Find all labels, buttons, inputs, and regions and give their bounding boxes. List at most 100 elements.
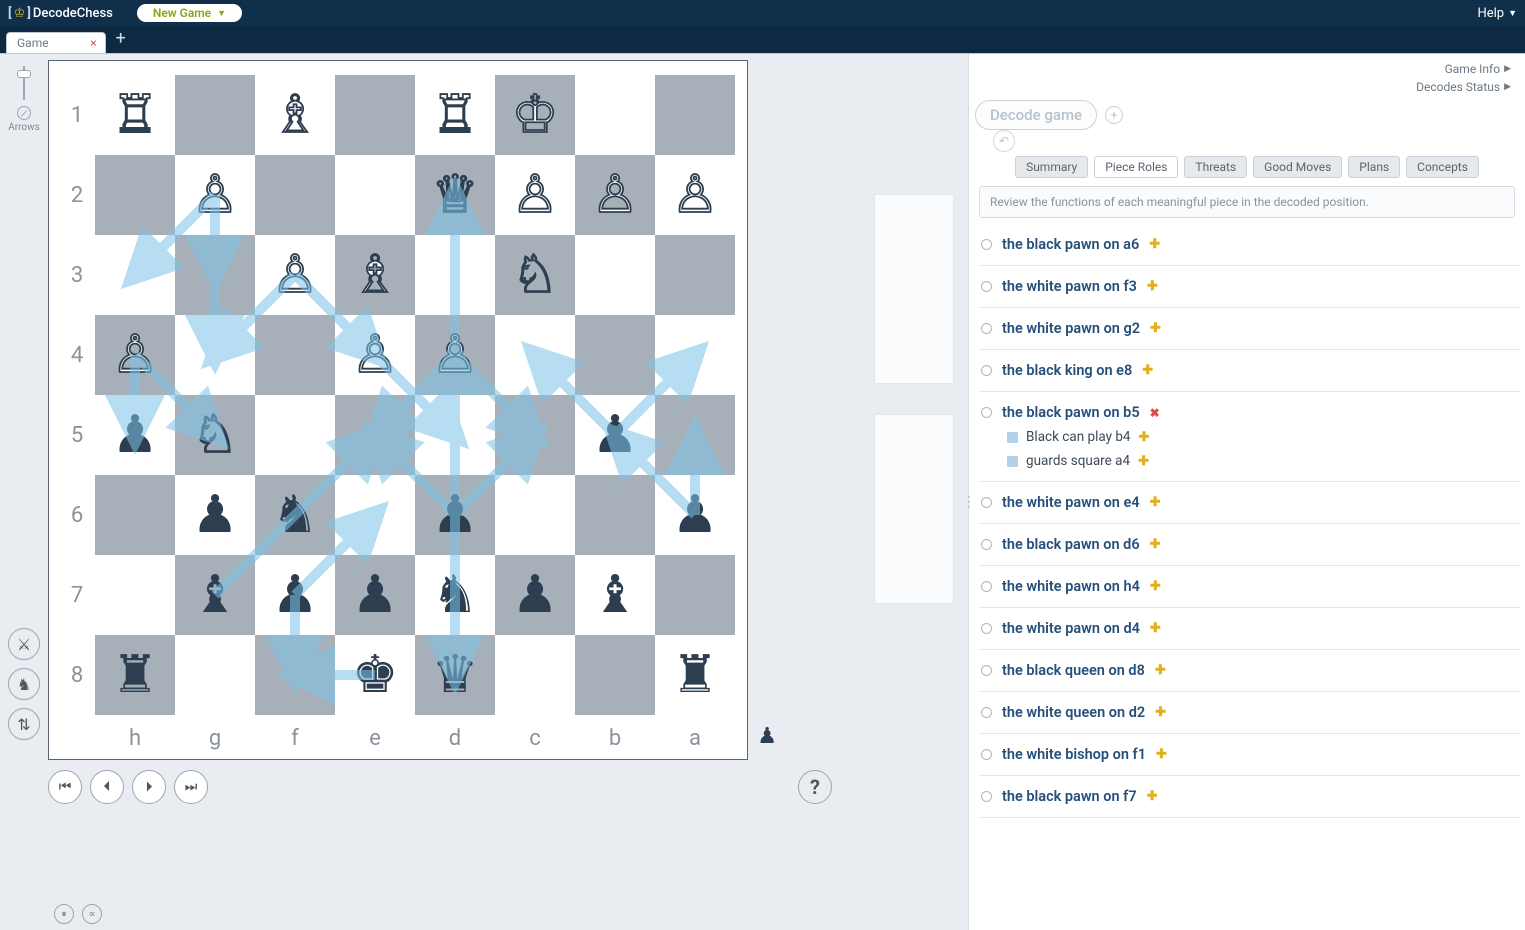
role-head[interactable]: the black pawn on b5✖: [981, 404, 1517, 421]
analysis-tab-piece-roles[interactable]: Piece Roles: [1094, 156, 1178, 178]
tab-game[interactable]: Game ×: [6, 32, 106, 53]
square-h6[interactable]: [95, 475, 175, 555]
piece-d7[interactable]: ♞: [415, 555, 495, 635]
square-b4[interactable]: [575, 315, 655, 395]
radio-icon[interactable]: [981, 407, 992, 418]
piece-h1[interactable]: ♖: [95, 75, 175, 155]
role-head[interactable]: the black pawn on a6✚: [981, 236, 1517, 253]
square-c5[interactable]: [495, 395, 575, 475]
radio-icon[interactable]: [981, 623, 992, 634]
piece-f1[interactable]: ♗: [255, 75, 335, 155]
radio-icon[interactable]: [981, 791, 992, 802]
role-item[interactable]: the white pawn on e4✚: [979, 482, 1521, 524]
role-item[interactable]: the white queen on d2✚: [979, 692, 1521, 734]
square-a5[interactable]: [655, 395, 735, 475]
square-f8[interactable]: [255, 635, 335, 715]
role-head[interactable]: the black pawn on f7✚: [981, 788, 1517, 805]
plus-icon[interactable]: ✚: [1156, 747, 1167, 762]
slider-knob-icon[interactable]: [17, 70, 31, 78]
square-b6[interactable]: [575, 475, 655, 555]
analysis-tab-plans[interactable]: Plans: [1348, 156, 1400, 178]
analysis-tab-threats[interactable]: Threats: [1184, 156, 1247, 178]
square-c4[interactable]: [495, 315, 575, 395]
role-item[interactable]: the black pawn on b5✖ Black can play b4✚ g…: [979, 392, 1521, 482]
piece-d1[interactable]: ♖: [415, 75, 495, 155]
square-f2[interactable]: [255, 155, 335, 235]
role-item[interactable]: the black pawn on a6✚: [979, 224, 1521, 266]
piece-c2[interactable]: ♙: [495, 155, 575, 235]
game-info-link[interactable]: Game Info▶: [969, 60, 1511, 78]
square-h7[interactable]: [95, 555, 175, 635]
piece-f6[interactable]: ♞: [255, 475, 335, 555]
plus-icon[interactable]: ✚: [1155, 705, 1166, 720]
square-c8[interactable]: [495, 635, 575, 715]
decodes-status-link[interactable]: Decodes Status▶: [969, 78, 1511, 96]
role-item[interactable]: the white pawn on h4✚: [979, 566, 1521, 608]
piece-a6[interactable]: ♟: [655, 475, 735, 555]
plus-icon[interactable]: ✚: [1150, 621, 1161, 636]
piece-g7[interactable]: ♝: [175, 555, 255, 635]
plus-icon[interactable]: ✚: [1155, 663, 1166, 678]
square-b8[interactable]: [575, 635, 655, 715]
close-icon[interactable]: ✖: [1150, 406, 1160, 420]
role-head[interactable]: the white pawn on d4✚: [981, 620, 1517, 637]
piece-h5[interactable]: ♟: [95, 395, 175, 475]
role-item[interactable]: the white pawn on f3✚: [979, 266, 1521, 308]
square-e1[interactable]: [335, 75, 415, 155]
square-a4[interactable]: [655, 315, 735, 395]
new-game-button[interactable]: New Game ▼: [137, 4, 242, 22]
square-f4[interactable]: [255, 315, 335, 395]
piece-c1[interactable]: ♔: [495, 75, 575, 155]
plus-icon[interactable]: ✚: [1147, 279, 1158, 294]
square-g1[interactable]: [175, 75, 255, 155]
chess-board[interactable]: ♖♗♖♔♙♕♙♙♙♙♗♘♙♙♙♟♘♟♟♞♟♟♝♟♟♞♟♝♜♚♛♜: [95, 75, 735, 715]
role-item[interactable]: the black king on e8✚: [979, 350, 1521, 392]
square-a1[interactable]: [655, 75, 735, 155]
piece-f3[interactable]: ♙: [255, 235, 335, 315]
plus-icon[interactable]: ✚: [1149, 237, 1160, 252]
piece-b5[interactable]: ♟: [575, 395, 655, 475]
piece-a2[interactable]: ♙: [655, 155, 735, 235]
piece-d6[interactable]: ♟: [415, 475, 495, 555]
decode-game-button[interactable]: Decode game: [975, 100, 1097, 130]
nav-first-button[interactable]: ⏮: [48, 770, 82, 804]
add-tab-button[interactable]: +: [116, 28, 126, 49]
square-h3[interactable]: [95, 235, 175, 315]
piece-f7[interactable]: ♟: [255, 555, 335, 635]
piece-d4[interactable]: ♙: [415, 315, 495, 395]
role-head[interactable]: the white pawn on h4✚: [981, 578, 1517, 595]
piece-d2[interactable]: ♕: [415, 155, 495, 235]
piece-e7[interactable]: ♟: [335, 555, 415, 635]
role-sub-item[interactable]: Black can play b4✚: [1007, 429, 1517, 445]
piece-h8[interactable]: ♜: [95, 635, 175, 715]
square-b3[interactable]: [575, 235, 655, 315]
nav-prev-button[interactable]: ⏴: [90, 770, 124, 804]
plus-icon[interactable]: ✚: [1150, 537, 1161, 552]
square-c6[interactable]: [495, 475, 575, 555]
square-b1[interactable]: [575, 75, 655, 155]
swap-button[interactable]: ⇅: [8, 708, 40, 740]
close-icon[interactable]: ×: [90, 36, 96, 50]
role-head[interactable]: the white pawn on f3✚: [981, 278, 1517, 295]
role-sub-item[interactable]: guards square a4✚: [1007, 453, 1517, 469]
pause-button[interactable]: ⏸: [54, 904, 74, 924]
square-h2[interactable]: [95, 155, 175, 235]
square-g8[interactable]: [175, 635, 255, 715]
undo-button[interactable]: ↶: [993, 130, 1015, 152]
plus-icon[interactable]: ✚: [1142, 363, 1153, 378]
radio-icon[interactable]: [981, 239, 992, 250]
role-item[interactable]: the black pawn on f7✚: [979, 776, 1521, 818]
role-item[interactable]: the white pawn on d4✚: [979, 608, 1521, 650]
panel-splitter[interactable]: [964, 54, 968, 930]
radio-icon[interactable]: [981, 497, 992, 508]
radio-icon[interactable]: [981, 281, 992, 292]
slider-lock-icon[interactable]: [17, 106, 31, 120]
analysis-tab-concepts[interactable]: Concepts: [1406, 156, 1479, 178]
plus-icon[interactable]: ✚: [1150, 495, 1161, 510]
radio-icon[interactable]: [981, 707, 992, 718]
role-head[interactable]: the black queen on d8✚: [981, 662, 1517, 679]
piece-a8[interactable]: ♜: [655, 635, 735, 715]
plus-icon[interactable]: ✚: [1139, 430, 1150, 445]
piece-c3[interactable]: ♘: [495, 235, 575, 315]
radio-icon[interactable]: [981, 665, 992, 676]
